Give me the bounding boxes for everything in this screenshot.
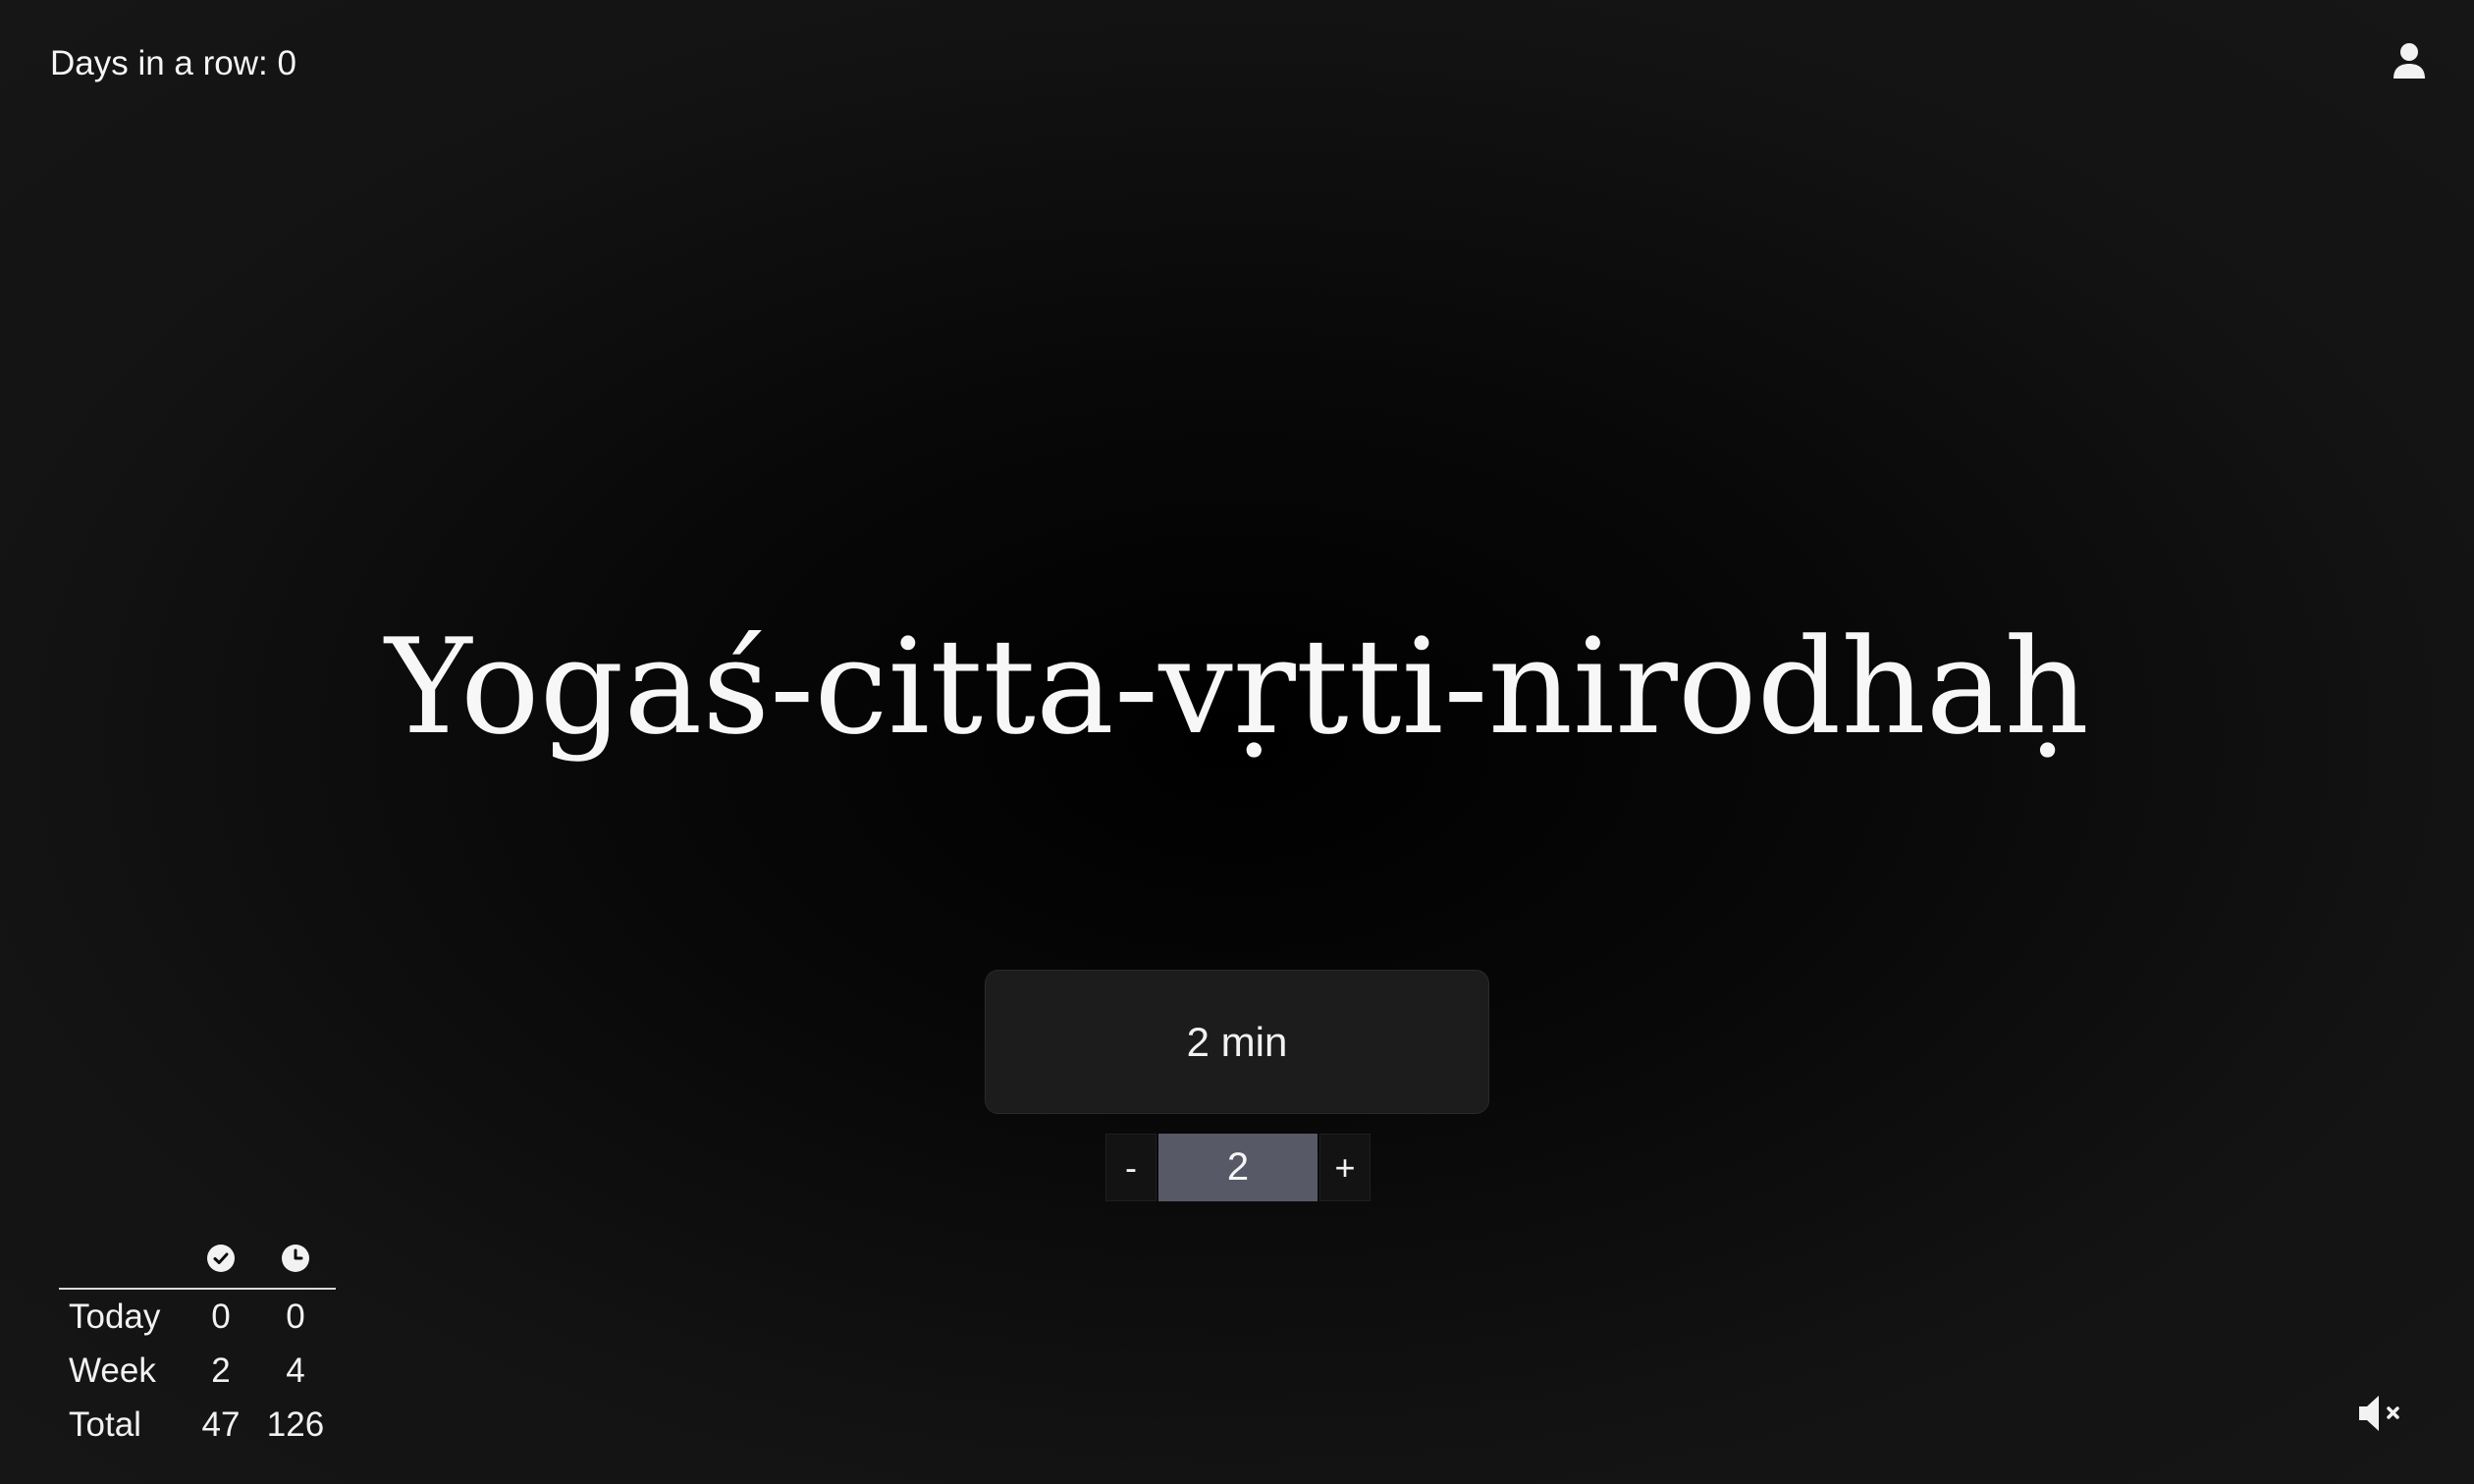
stats-row-total: Total 47 126 — [59, 1398, 336, 1452]
stats-row-label: Week — [69, 1351, 156, 1390]
decrement-button[interactable]: - — [1105, 1134, 1156, 1201]
profile-button[interactable] — [2392, 41, 2427, 82]
start-meditation-button[interactable]: 2 min — [985, 970, 1489, 1114]
sound-toggle-button[interactable] — [2356, 1392, 2405, 1435]
clock-icon — [282, 1245, 309, 1272]
streak-value: 0 — [277, 44, 296, 82]
stats-sessions: 2 — [211, 1351, 231, 1390]
timer-unit: min — [1220, 1018, 1288, 1065]
timer-minutes: 2 — [1186, 1018, 1210, 1065]
user-icon — [2393, 43, 2425, 79]
stats-minutes: 4 — [286, 1351, 305, 1390]
stats-table: Today 0 0 Week 2 4 Total 47 126 — [59, 1235, 336, 1452]
stats-row-week: Week 2 4 — [59, 1344, 336, 1398]
stats-row-today: Today 0 0 — [59, 1290, 336, 1344]
stats-minutes: 126 — [266, 1404, 325, 1444]
duration-stepper: - 2 + — [1105, 1134, 1371, 1201]
stats-sessions: 47 — [201, 1404, 241, 1444]
stats-header — [59, 1235, 336, 1290]
streak-label: Days in a row: — [50, 44, 268, 82]
stats-row-label: Total — [69, 1404, 141, 1444]
duration-value[interactable]: 2 — [1158, 1134, 1318, 1201]
stats-minutes: 0 — [286, 1297, 305, 1336]
mantra-text: Yogaś-citta-vṛtti-nirodhaḥ — [385, 610, 2089, 764]
stats-row-label: Today — [69, 1297, 161, 1336]
streak-counter: Days in a row: 0 — [50, 44, 296, 83]
speaker-muted-icon — [2359, 1396, 2399, 1431]
increment-button[interactable]: + — [1319, 1134, 1371, 1201]
check-circle-icon — [207, 1245, 235, 1272]
stats-sessions: 0 — [211, 1297, 231, 1336]
